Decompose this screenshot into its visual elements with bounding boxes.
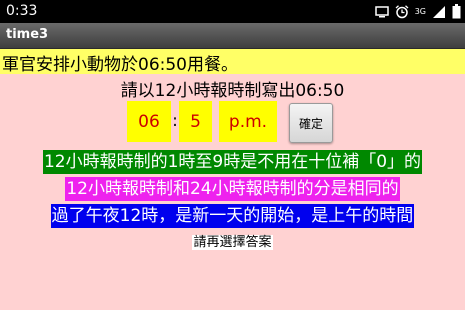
battery-icon <box>452 4 461 19</box>
hint-line-3: 過了午夜12時，是新一天的開始，是上午的時間 <box>0 204 465 228</box>
hour-selector[interactable]: 06 <box>127 101 171 142</box>
alarm-icon <box>395 4 409 18</box>
hint-line-2: 12小時報時制和24小時報時制的分是相同的 <box>0 177 465 201</box>
hint-text-3: 過了午夜12時，是新一天的開始，是上午的時間 <box>50 204 415 228</box>
instruction-text: 請以12小時報時制寫出06:50 <box>120 81 345 101</box>
status-bar: 0:33 3G <box>0 0 465 23</box>
app-title: time3 <box>6 27 49 42</box>
hint-text-1: 12小時報時制的1時至9時是不用在十位補「0」的 <box>42 150 423 174</box>
signal-icon <box>433 5 445 18</box>
hint-line-1: 12小時報時制的1時至9時是不用在十位補「0」的 <box>0 150 465 174</box>
status-icons: 3G <box>374 3 461 20</box>
status-time: 0:33 <box>6 3 38 19</box>
question-prompt-banner: 軍官安排小動物於06:50用餐。 <box>0 49 465 75</box>
am-pm-selector[interactable]: p.m. <box>219 101 277 142</box>
screen-icon <box>374 5 389 17</box>
question-prompt: 軍官安排小動物於06:50用餐。 <box>2 55 238 75</box>
feedback-line: 請再選擇答案 <box>0 231 465 250</box>
minute-selector[interactable]: 5 <box>179 101 212 142</box>
confirm-button[interactable]: 確定 <box>289 103 333 143</box>
hint-text-2: 12小時報時制和24小時報時制的分是相同的 <box>65 177 400 201</box>
feedback-message: 請再選擇答案 <box>192 235 273 250</box>
network-type-label: 3G <box>414 6 426 16</box>
app-title-bar: time3 <box>0 23 465 49</box>
